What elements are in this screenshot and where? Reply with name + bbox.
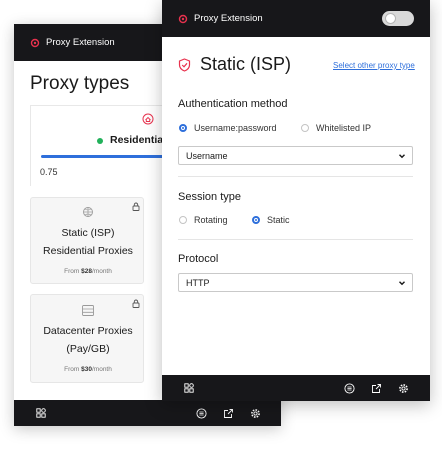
card-price: From $30/month (64, 366, 112, 373)
session-type-title: Session type (178, 191, 241, 203)
select-value: HTTP (186, 278, 210, 288)
usage-progress-bar (41, 155, 171, 158)
lock-icon (132, 299, 140, 308)
radio-username-password[interactable] (179, 124, 187, 132)
gear-icon[interactable] (250, 408, 261, 419)
bottom-toolbar (14, 400, 281, 426)
residential-label: Residential (110, 134, 167, 146)
header-title: Proxy Extension (194, 13, 263, 24)
select-other-proxy-link[interactable]: Select other proxy type (333, 61, 415, 70)
card-title: Static (ISP) Residential Proxies (43, 227, 133, 257)
auth-select[interactable]: Username (178, 146, 413, 165)
external-link-icon[interactable] (223, 408, 234, 419)
radio-label: Rotating (194, 215, 228, 225)
page-title: Proxy types (30, 73, 130, 94)
select-value: Username (186, 151, 228, 161)
header-title: Proxy Extension (46, 37, 115, 48)
card-title: Datacenter Proxies (Pay/GB) (43, 325, 133, 355)
globe-network-icon (83, 207, 93, 217)
chevron-down-icon (399, 281, 405, 286)
divider (178, 176, 413, 177)
datacenter-card[interactable]: Datacenter Proxies (Pay/GB) From $30/mon… (30, 294, 144, 383)
usage-value: 0.75 (40, 167, 58, 177)
window-header: Proxy Extension (162, 0, 430, 37)
auth-method-title: Authentication method (178, 98, 288, 110)
radio-label: Static (267, 215, 290, 225)
server-icon (82, 305, 94, 316)
toggle-knob (385, 13, 396, 24)
apps-icon[interactable] (36, 408, 46, 418)
list-icon[interactable] (196, 408, 207, 419)
radio-label: Whitelisted IP (316, 123, 372, 133)
static-isp-card[interactable]: Static (ISP) Residential Proxies From $2… (30, 197, 144, 284)
extension-toggle[interactable] (382, 11, 414, 26)
radio-label: Username:password (194, 123, 277, 133)
radio-rotating[interactable] (179, 216, 187, 224)
status-dot (97, 138, 103, 144)
card-price: From $28/month (64, 268, 112, 275)
lock-icon (132, 202, 140, 211)
protocol-select[interactable]: HTTP (178, 273, 413, 292)
radio-static[interactable] (252, 216, 260, 224)
bottom-toolbar (162, 375, 430, 401)
brand-logo-icon (178, 14, 188, 24)
radio-whitelisted-ip[interactable] (301, 124, 309, 132)
protocol-title: Protocol (178, 253, 219, 265)
brand-logo-icon (30, 38, 40, 48)
apps-icon[interactable] (184, 383, 194, 393)
external-link-icon[interactable] (371, 383, 382, 394)
page-title: Static (ISP) (200, 54, 292, 74)
list-icon[interactable] (344, 383, 355, 394)
chevron-down-icon (399, 154, 405, 159)
shield-check-icon (178, 58, 191, 72)
proxy-settings-window: Proxy Extension Static (ISP) Select othe… (162, 0, 430, 401)
divider (178, 239, 413, 240)
residential-icon (142, 113, 154, 125)
gear-icon[interactable] (398, 383, 409, 394)
